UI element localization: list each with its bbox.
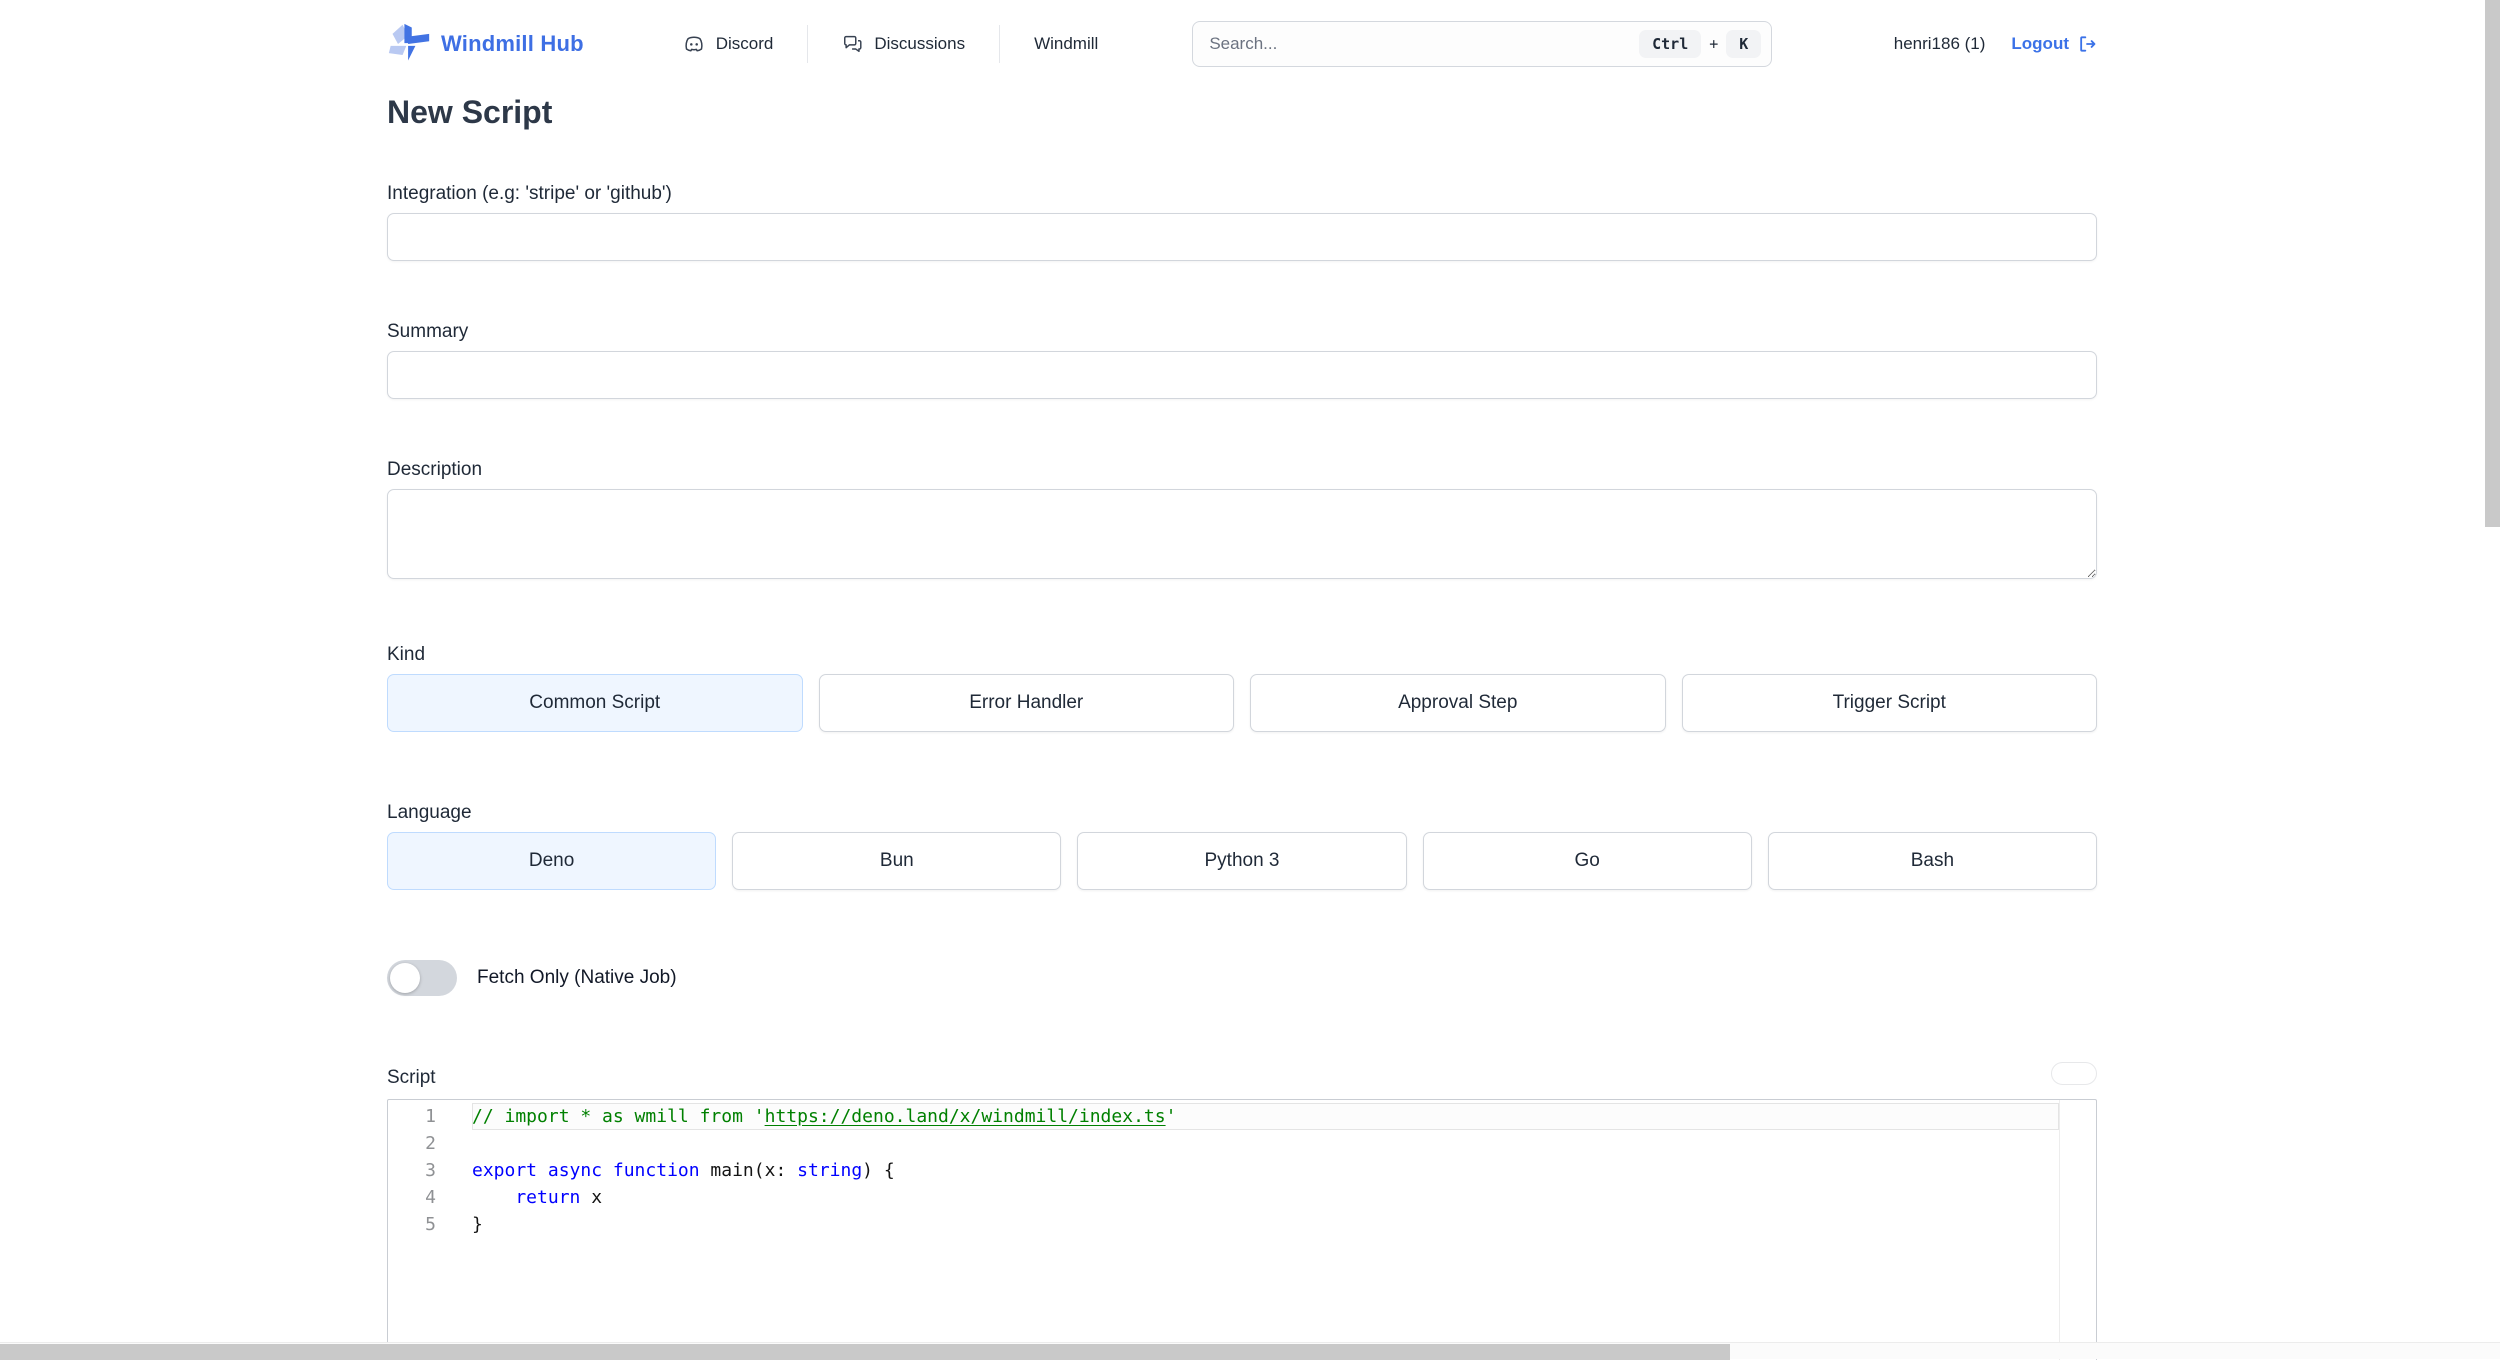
code-editor[interactable]: 1 // import * as wmill from 'https://den… <box>387 1099 2097 1360</box>
line-number: 4 <box>388 1184 472 1211</box>
summary-input[interactable] <box>387 351 2097 399</box>
fetch-only-toggle[interactable] <box>387 960 457 996</box>
kbd-ctrl: Ctrl <box>1639 30 1701 58</box>
nav-windmill[interactable]: Windmill <box>1000 34 1132 54</box>
language-option-deno[interactable]: Deno <box>387 832 716 890</box>
nav-windmill-label: Windmill <box>1034 34 1098 54</box>
description-group: Description <box>387 457 2097 584</box>
code-line-3: 3 export async function main(x: string) … <box>388 1157 2096 1184</box>
line-number: 5 <box>388 1211 472 1238</box>
search-box[interactable]: Ctrl + K <box>1192 21 1772 67</box>
description-textarea[interactable] <box>387 489 2097 579</box>
fetch-only-group: Fetch Only (Native Job) <box>387 960 2097 996</box>
line-number: 2 <box>388 1130 472 1157</box>
page: Windmill Hub Discord <box>0 0 2484 1359</box>
logout-link[interactable]: Logout <box>2011 34 2097 54</box>
user-area: henri186 (1) Logout <box>1894 34 2097 54</box>
nav-discord-label: Discord <box>716 34 774 54</box>
discussions-icon <box>842 33 864 55</box>
line-number: 3 <box>388 1157 472 1184</box>
vertical-scrollbar[interactable] <box>2484 0 2500 1342</box>
description-label: Description <box>387 457 2097 483</box>
brand-name: Windmill Hub <box>441 31 584 57</box>
brand[interactable]: Windmill Hub <box>387 22 584 66</box>
kind-options: Common Script Error Handler Approval Ste… <box>387 674 2097 732</box>
script-group: Script 1 // import * as wmill from 'http… <box>387 1062 2097 1360</box>
kind-option-trigger-script[interactable]: Trigger Script <box>1682 674 2098 732</box>
kbd-plus: + <box>1709 35 1718 53</box>
logout-icon <box>2077 34 2097 54</box>
nav-discussions-label: Discussions <box>874 34 965 54</box>
page-title: New Script <box>387 94 2097 131</box>
code-line-5: 5 } <box>388 1211 2096 1238</box>
kind-option-common-script[interactable]: Common Script <box>387 674 803 732</box>
code-line-1: 1 // import * as wmill from 'https://den… <box>388 1103 2096 1130</box>
logout-label: Logout <box>2011 34 2069 54</box>
language-group: Language Deno Bun Python 3 Go Bash <box>387 800 2097 890</box>
horizontal-scrollbar-thumb[interactable] <box>0 1344 1730 1360</box>
kind-option-approval-step[interactable]: Approval Step <box>1250 674 1666 732</box>
code-line-2: 2 <box>388 1130 2096 1157</box>
code-area: 1 // import * as wmill from 'https://den… <box>388 1100 2096 1238</box>
main-nav: Discord Discussions Windmill <box>648 25 1133 63</box>
discord-icon <box>682 32 706 56</box>
nav-discussions[interactable]: Discussions <box>808 33 999 55</box>
language-label: Language <box>387 800 2097 826</box>
username: henri186 (1) <box>1894 34 1986 54</box>
toggle-knob <box>390 963 420 993</box>
code-link[interactable]: https://deno.land/x/windmill/index.ts <box>765 1106 1166 1127</box>
summary-label: Summary <box>387 319 2097 345</box>
kind-label: Kind <box>387 642 2097 668</box>
vertical-scrollbar-thumb[interactable] <box>2485 0 2500 527</box>
integration-label: Integration (e.g: 'stripe' or 'github') <box>387 181 2097 207</box>
summary-group: Summary <box>387 319 2097 399</box>
integration-group: Integration (e.g: 'stripe' or 'github') <box>387 181 2097 261</box>
script-label: Script <box>387 1065 436 1091</box>
kind-group: Kind Common Script Error Handler Approva… <box>387 642 2097 732</box>
kind-option-error-handler[interactable]: Error Handler <box>819 674 1235 732</box>
fetch-only-label: Fetch Only (Native Job) <box>477 967 677 989</box>
language-option-bun[interactable]: Bun <box>732 832 1061 890</box>
language-options: Deno Bun Python 3 Go Bash <box>387 832 2097 890</box>
search-input[interactable] <box>1209 34 1631 54</box>
windmill-logo-icon <box>387 22 431 66</box>
language-option-python3[interactable]: Python 3 <box>1077 832 1406 890</box>
nav-discord[interactable]: Discord <box>648 32 808 56</box>
editor-mini-toggle[interactable] <box>2051 1062 2097 1085</box>
header: Windmill Hub Discord <box>387 0 2097 68</box>
code-line-4: 4 return x <box>388 1184 2096 1211</box>
language-option-go[interactable]: Go <box>1423 832 1752 890</box>
line-number: 1 <box>388 1103 472 1130</box>
integration-input[interactable] <box>387 213 2097 261</box>
kbd-k: K <box>1726 30 1761 58</box>
horizontal-scrollbar[interactable] <box>0 1342 2500 1359</box>
language-option-bash[interactable]: Bash <box>1768 832 2097 890</box>
